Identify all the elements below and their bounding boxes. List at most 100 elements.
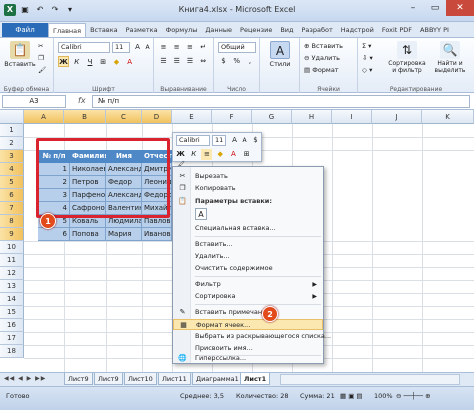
fill-icon[interactable]: ⇩ ▾ [362, 53, 373, 64]
column-header-g[interactable]: G [252, 110, 292, 124]
shrink-font-icon[interactable]: A [142, 42, 153, 53]
close-icon[interactable]: ✕ [446, 0, 474, 16]
menu-item-sort[interactable]: Сортировка ▶ [173, 291, 323, 302]
tab-view[interactable]: Вид [276, 23, 297, 37]
sheet-tab[interactable]: Диаграмма1 [192, 373, 243, 385]
row-header-8[interactable]: 8 [0, 215, 24, 228]
mini-font-color-icon[interactable]: A [228, 149, 239, 160]
fx-icon[interactable]: fx [78, 96, 86, 105]
cut-icon[interactable]: ✂ [38, 41, 43, 52]
tab-formulas[interactable]: Формулы [162, 23, 202, 37]
table-cell[interactable]: Попова [70, 228, 106, 241]
tab-insert[interactable]: Вставка [86, 23, 122, 37]
mini-size-combo[interactable]: 11 [212, 135, 226, 146]
bold-icon[interactable]: Ж [58, 56, 69, 67]
row-header-10[interactable]: 10 [0, 241, 24, 254]
row-header-15[interactable]: 15 [0, 306, 24, 319]
row-header-3[interactable]: 3 [0, 150, 24, 163]
sheet-tab-active[interactable]: Лист1 [240, 373, 271, 385]
column-header-b[interactable]: B [64, 110, 106, 124]
sheet-tab[interactable]: Лист9 [94, 373, 123, 385]
mini-currency-icon[interactable]: $ [250, 135, 261, 146]
tab-developer[interactable]: Разработ [298, 23, 337, 37]
font-name-combo[interactable]: Calibri [58, 42, 110, 53]
menu-item-clear[interactable]: Очистить содержимое [173, 263, 323, 274]
row-header-2[interactable]: 2 [0, 137, 24, 150]
align-top-icon[interactable]: ≡ [158, 42, 169, 53]
table-cell[interactable]: 6 [38, 228, 70, 241]
row-header-6[interactable]: 6 [0, 189, 24, 202]
mini-font-combo[interactable]: Calibri [176, 135, 210, 146]
underline-icon[interactable]: Ч [84, 57, 95, 68]
sheet-tab[interactable]: Лист11 [158, 373, 191, 385]
column-header-a[interactable]: A [24, 110, 64, 124]
column-header-e[interactable]: E [172, 110, 212, 124]
row-header-1[interactable]: 1 [0, 124, 24, 137]
font-color-icon[interactable]: A [124, 57, 135, 68]
horizontal-scrollbar[interactable] [280, 374, 460, 385]
row-header-12[interactable]: 12 [0, 267, 24, 280]
percent-icon[interactable]: % [231, 56, 242, 67]
sheet-tab[interactable]: Лист9 [64, 373, 93, 385]
mini-shrink-font-icon[interactable]: A [239, 135, 250, 146]
menu-item-delete[interactable]: Удалить... [173, 251, 323, 262]
align-bottom-icon[interactable]: ≡ [184, 42, 195, 53]
format-painter-icon[interactable]: 🖌 [38, 65, 46, 76]
menu-item-insert[interactable]: Вставить... [173, 239, 323, 250]
insert-cells-button[interactable]: ⊕ Вставить [304, 41, 343, 52]
align-left-icon[interactable]: ☰ [158, 56, 169, 67]
row-header-7[interactable]: 7 [0, 202, 24, 215]
merge-cells-icon[interactable]: ⇔ [198, 56, 209, 67]
currency-icon[interactable]: $ [218, 56, 229, 67]
align-middle-icon[interactable]: ≡ [171, 42, 182, 53]
sheet-tab[interactable]: Лист10 [124, 373, 157, 385]
styles-button[interactable]: A Стили [266, 41, 294, 68]
zoom-slider[interactable]: ⊖ ──┼── ⊕ [396, 392, 431, 400]
formula-input[interactable] [92, 95, 470, 108]
table-cell[interactable]: Иванов [142, 228, 172, 241]
column-header-f[interactable]: F [212, 110, 252, 124]
delete-cells-button[interactable]: ⊖ Удалить [304, 53, 340, 64]
table-cell[interactable]: Мария [106, 228, 142, 241]
paste-button[interactable]: 📋 Вставить [4, 41, 36, 68]
column-header-h[interactable]: H [292, 110, 332, 124]
column-header-i[interactable]: I [332, 110, 372, 124]
column-header-c[interactable]: C [106, 110, 142, 124]
row-header-5[interactable]: 5 [0, 176, 24, 189]
name-box[interactable]: A3 [2, 95, 66, 108]
row-header-9[interactable]: 9 [0, 228, 24, 241]
tab-review[interactable]: Рецензие [236, 23, 276, 37]
number-format-combo[interactable]: Общий [218, 42, 256, 53]
column-header-d[interactable]: D [142, 110, 172, 124]
tab-addins[interactable]: Надстрой [337, 23, 378, 37]
column-header-k[interactable]: K [422, 110, 474, 124]
select-all-corner[interactable] [0, 110, 24, 124]
tab-page-layout[interactable]: Разметка [122, 23, 162, 37]
menu-item-filter[interactable]: Фильтр ▶ [173, 279, 323, 290]
maximize-icon[interactable]: ▭ [424, 0, 446, 16]
menu-item-paste-special[interactable]: Специальная вставка... [173, 223, 323, 234]
sort-filter-button[interactable]: ⇅ Сортировка и фильтр [386, 41, 428, 74]
mini-italic-icon[interactable]: К [188, 149, 199, 160]
row-header-18[interactable]: 18 [0, 345, 24, 358]
menu-item-insert-note[interactable]: ✎ Вставить примечание [173, 307, 323, 318]
tab-foxit[interactable]: Foxit PDF [378, 23, 416, 37]
mini-align-icon[interactable]: ≡ [201, 149, 213, 160]
fill-color-icon[interactable]: ◆ [111, 57, 122, 68]
align-center-icon[interactable]: ☰ [171, 56, 182, 67]
view-modes-icon[interactable]: ▦ ▣ ▤ [340, 392, 363, 400]
menu-item-cut[interactable]: ✂ Вырезать [173, 171, 323, 182]
mini-fill-color-icon[interactable]: ◆ [215, 149, 226, 160]
tab-home[interactable]: Главная [48, 23, 87, 37]
tab-file[interactable]: Файл [2, 23, 48, 37]
column-header-j[interactable]: J [372, 110, 422, 124]
row-header-13[interactable]: 13 [0, 280, 24, 293]
menu-item-pick-list[interactable]: Выбрать из раскрывающегося списка... [173, 331, 331, 342]
minimize-icon[interactable]: – [402, 0, 424, 16]
sheet-nav-arrows-icon[interactable]: ◀◀ ◀ ▶ ▶▶ [4, 375, 46, 382]
font-size-combo[interactable]: 11 [112, 42, 130, 53]
row-header-4[interactable]: 4 [0, 163, 24, 176]
clear-icon[interactable]: ◇ ▾ [362, 65, 372, 76]
copy-icon[interactable]: ❐ [38, 53, 44, 64]
mini-borders-icon[interactable]: ⊞ [241, 149, 252, 160]
